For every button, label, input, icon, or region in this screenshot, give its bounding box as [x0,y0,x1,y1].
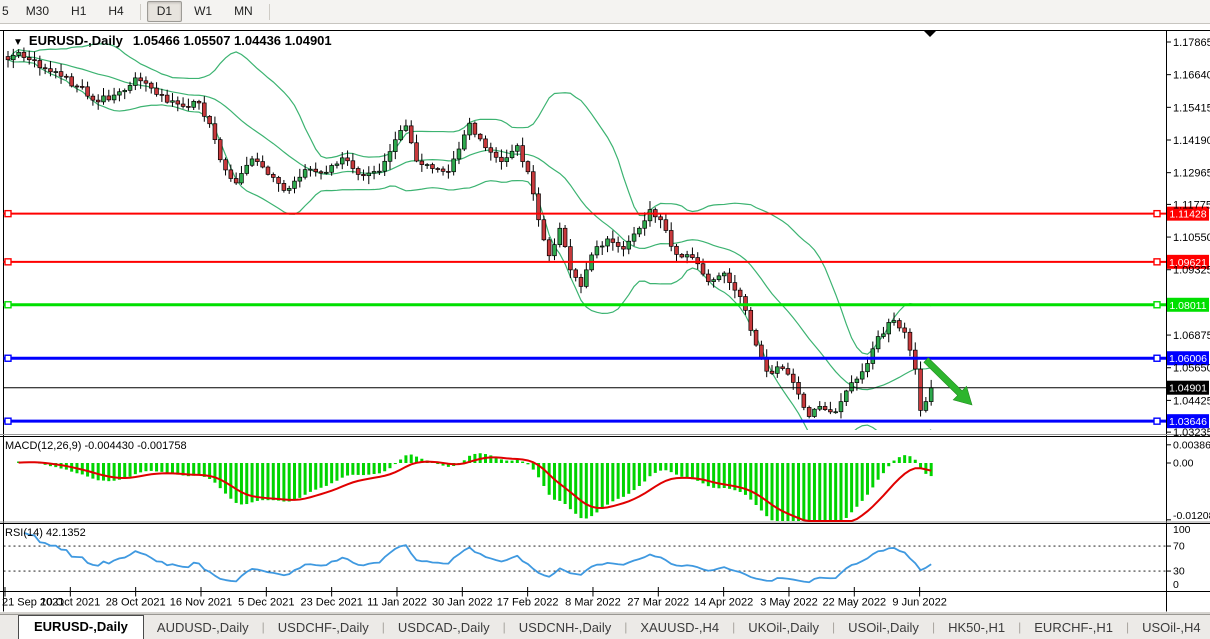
chart-title: ▼ EURUSD-,Daily 1.05466 1.05507 1.04436 1.… [13,33,332,48]
symbol-tab-eurusd-daily[interactable]: EURUSD-,Daily [18,615,144,639]
symbol-tab-hk50-h1[interactable]: HK50-,H1 [935,617,1018,639]
symbol-dropdown-icon[interactable]: ▼ [13,37,23,48]
timeframe-toolbar: 5M30H1H4 D1W1MN [0,0,1210,24]
date-axis-area[interactable] [4,592,1165,611]
toolbar-separator [140,4,141,20]
symbol-tab-ukoil-daily[interactable]: UKOil-,Daily [735,617,832,639]
symbol-tab-audusd-daily[interactable]: AUDUSD-,Daily [144,617,262,639]
chart-plot-area[interactable] [4,31,1165,430]
rsi-indicator-label: RSI(14) 42.1352 [5,527,86,539]
symbol-tabbar: EURUSD-,DailyAUDUSD-,Daily|USDCHF-,Daily… [0,614,1210,639]
symbol-tab-usdcnh-daily[interactable]: USDCNH-,Daily [506,617,624,639]
timeframe-button-mn[interactable]: MN [224,1,263,22]
timeframe-button-h1[interactable]: H1 [61,1,96,22]
timeframe-button-w1[interactable]: W1 [184,1,222,22]
chart-symbol-label: EURUSD-,Daily [29,33,123,48]
symbol-tab-usdcad-daily[interactable]: USDCAD-,Daily [385,617,503,639]
price-axis-area[interactable] [1167,31,1210,591]
chart-ohlc-values: 1.05466 1.05507 1.04436 1.04901 [133,33,332,48]
timeframe-button-5[interactable]: 5 [0,1,14,22]
symbol-tab-usoil-h4[interactable]: USOil-,H4 [1129,617,1210,639]
toolbar-separator [269,4,270,20]
macd-indicator-label: MACD(12,26,9) -0.004430 -0.001758 [5,440,187,452]
timeframe-button-h4[interactable]: H4 [98,1,133,22]
timeframe-button-d1[interactable]: D1 [147,1,182,22]
timeframe-button-m30[interactable]: M30 [16,1,59,22]
chart-canvas: 1.114281.096211.080111.060061.036461.049… [0,0,1210,639]
symbol-tab-usdchf-daily[interactable]: USDCHF-,Daily [265,617,382,639]
symbol-tab-xauusd-h4[interactable]: XAUUSD-,H4 [627,617,732,639]
symbol-tab-eurchf-h1[interactable]: EURCHF-,H1 [1021,617,1126,639]
symbol-tab-usoil-daily[interactable]: USOil-,Daily [835,617,932,639]
mt4-window: { "toolbar": { "timeframes": [ {"label":… [0,0,1210,639]
